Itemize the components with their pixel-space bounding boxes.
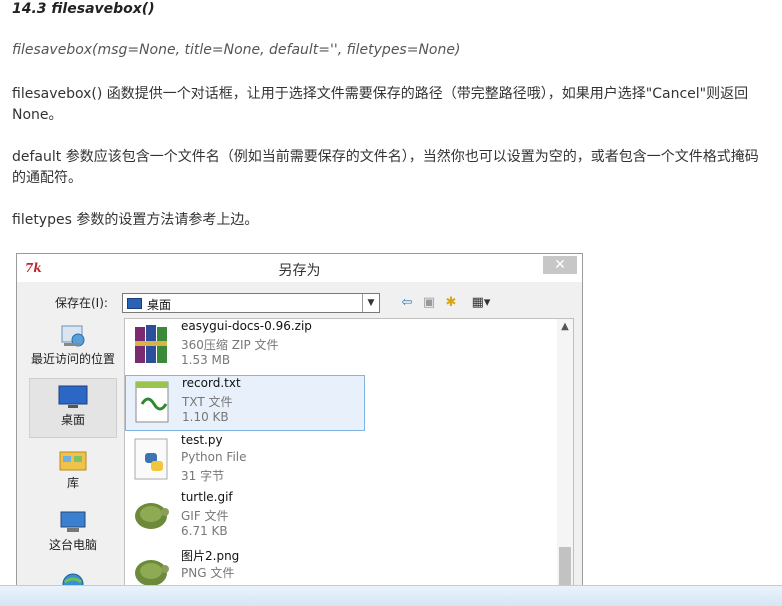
file-type: Python File — [181, 450, 247, 464]
file-name: easygui-docs-0.96.zip — [181, 319, 312, 333]
place-recent[interactable]: 最近访问的位置 — [29, 324, 117, 367]
file-type: TXT 文件 — [182, 395, 233, 409]
back-icon[interactable]: ⇦ — [398, 294, 416, 312]
desktop-icon — [127, 298, 142, 309]
location-select[interactable]: 桌面 ▼ — [122, 293, 380, 313]
scroll-up-icon[interactable]: ▲ — [557, 321, 573, 332]
file-list[interactable]: easygui-docs-0.96.zip 360压缩 ZIP 文件 1.53 … — [124, 318, 574, 606]
chevron-down-icon[interactable]: ▼ — [362, 294, 379, 312]
computer-icon — [60, 511, 86, 532]
file-name: test.py — [181, 433, 223, 447]
file-name: 图片2.png — [181, 549, 240, 563]
paragraph-description: filesavebox() 函数提供一个对话框，让用于选择文件需要保存的路径（带… — [12, 86, 749, 123]
file-item-selected[interactable]: record.txt TXT 文件 1.10 KB — [125, 375, 365, 431]
place-library[interactable]: 库 — [29, 448, 117, 491]
file-name: record.txt — [182, 376, 241, 390]
dialog-titlebar[interactable]: 7k 另存为 ✕ — [17, 254, 582, 282]
file-type: PNG 文件 — [181, 566, 235, 580]
file-item[interactable]: turtle.gif GIF 文件 6.71 KB — [125, 490, 365, 546]
zip-icon — [135, 325, 167, 363]
file-size: 1.53 MB — [181, 353, 231, 367]
location-value: 桌面 — [147, 298, 172, 312]
places-bar: 最近访问的位置 桌面 库 这台电脑 — [27, 318, 121, 606]
dialog-title: 另存为 — [278, 263, 321, 279]
save-in-label: 保存在(I): — [55, 296, 108, 310]
save-as-dialog: 7k 另存为 ✕ 保存在(I): 桌面 ▼ ⇦ ▣ ✱ ▦▾ 最近访问的位置 桌… — [16, 253, 583, 606]
file-type: 360压缩 ZIP 文件 — [181, 338, 279, 352]
place-label: 这台电脑 — [48, 538, 97, 552]
place-label: 桌面 — [60, 413, 85, 427]
file-size: 1.10 KB — [182, 410, 229, 424]
python-icon — [134, 438, 168, 480]
paragraph-filetypes: filetypes 参数的设置方法请参考上边。 — [12, 212, 259, 228]
vertical-scrollbar[interactable]: ▲ — [557, 319, 573, 605]
library-icon — [59, 451, 87, 471]
place-desktop[interactable]: 桌面 — [29, 378, 117, 438]
gif-icon — [135, 503, 169, 529]
up-folder-icon[interactable]: ▣ — [420, 294, 438, 312]
file-item[interactable]: test.py Python File 31 字节 — [125, 433, 365, 489]
place-computer[interactable]: 这台电脑 — [29, 510, 117, 553]
paragraph-default: default 参数应该包含一个文件名（例如当前需要保存的文件名），当然你也可以… — [12, 149, 759, 186]
close-button[interactable]: ✕ — [543, 256, 577, 274]
view-menu-icon[interactable]: ▦▾ — [466, 294, 496, 312]
recent-icon — [61, 325, 85, 347]
function-signature: filesavebox(msg=None, title=None, defaul… — [12, 42, 461, 58]
file-size: 6.71 KB — [181, 524, 228, 538]
new-folder-icon[interactable]: ✱ — [442, 294, 460, 312]
place-label: 库 — [66, 476, 79, 490]
file-name: turtle.gif — [181, 490, 233, 504]
bottom-bar — [0, 585, 782, 606]
desktop-icon — [58, 385, 88, 408]
section-heading: 14.3 filesavebox() — [12, 1, 155, 17]
txt-icon — [135, 381, 169, 423]
file-type: GIF 文件 — [181, 509, 229, 523]
place-label: 最近访问的位置 — [30, 352, 115, 366]
file-size: 31 字节 — [181, 469, 225, 483]
file-item[interactable]: easygui-docs-0.96.zip 360压缩 ZIP 文件 1.53 … — [125, 319, 365, 375]
